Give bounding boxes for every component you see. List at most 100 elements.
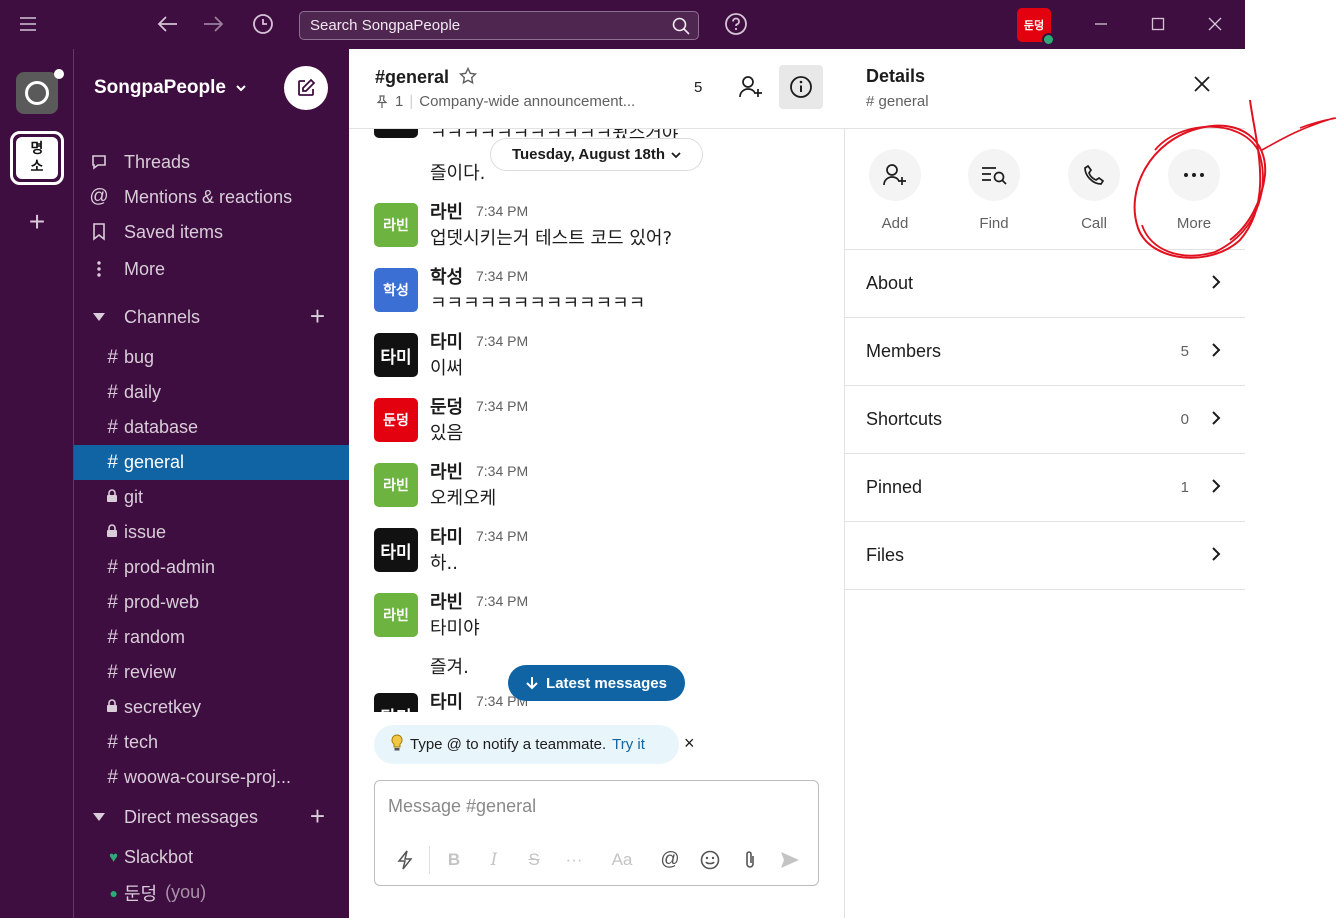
back-arrow-icon[interactable]	[153, 9, 183, 39]
hamburger-menu-icon[interactable]	[13, 9, 43, 39]
search-input[interactable]: Search SongpaPeople	[299, 11, 699, 40]
sidebar-channel-database[interactable]: # database	[74, 410, 349, 445]
latest-messages-button[interactable]: Latest messages	[508, 665, 685, 701]
add-channel-icon[interactable]: +	[310, 303, 325, 329]
author-name[interactable]: 타미	[430, 523, 463, 549]
compose-button[interactable]	[284, 66, 328, 110]
close-window-icon[interactable]	[1200, 9, 1230, 39]
close-tip-icon[interactable]: ×	[684, 733, 695, 754]
author-name[interactable]: 라빈	[430, 588, 463, 614]
timestamp[interactable]: 7:34 PM	[476, 333, 528, 349]
sidebar-channel-tech[interactable]: # tech	[74, 725, 349, 760]
sidebar-channel-secretkey[interactable]: secretkey	[74, 690, 349, 725]
details-row-pinned[interactable]: Pinned 1	[845, 454, 1245, 522]
message-row: 라빈 라빈 7:34 PM 타미야	[349, 588, 845, 653]
minimize-icon[interactable]	[1086, 9, 1116, 39]
sidebar-channel-woowa[interactable]: # woowa-course-proj...	[74, 760, 349, 795]
message-row: 라빈 라빈 7:34 PM 오케오케	[349, 458, 845, 523]
workspace-name-button[interactable]: SongpaPeople	[94, 77, 247, 99]
author-name[interactable]: 둔덩	[430, 393, 463, 419]
channels-section-header[interactable]: Channels +	[74, 300, 349, 334]
sidebar-dm-self[interactable]: ● 둔덩 (you)	[74, 875, 349, 910]
member-count[interactable]: 5	[694, 79, 702, 96]
sidebar-dm-slackbot[interactable]: ♥ Slackbot	[74, 840, 349, 875]
details-row-members[interactable]: Members 5	[845, 318, 1245, 386]
bold-icon[interactable]: B	[434, 843, 474, 877]
forward-arrow-icon[interactable]	[198, 9, 228, 39]
formatting-toggle-icon[interactable]: Aa	[594, 843, 650, 877]
pinned-count[interactable]: 1	[395, 93, 403, 110]
history-clock-icon[interactable]	[248, 9, 278, 39]
details-add-button[interactable]: Add	[855, 149, 935, 232]
workspace-icon-1[interactable]	[16, 69, 64, 114]
avatar[interactable]: 타미	[374, 693, 418, 712]
sidebar-channel-random[interactable]: # random	[74, 620, 349, 655]
details-row-shortcuts[interactable]: Shortcuts 0	[845, 386, 1245, 454]
avatar[interactable]: 라빈	[374, 463, 418, 507]
author-name[interactable]: 학성	[430, 263, 463, 289]
avatar[interactable]	[374, 129, 418, 138]
tip-try-link[interactable]: Try it	[612, 736, 645, 753]
author-name[interactable]: 타미	[430, 328, 463, 354]
help-icon[interactable]	[721, 9, 751, 39]
mention-at-icon[interactable]: @	[650, 843, 690, 877]
sidebar-channel-bug[interactable]: # bug	[74, 340, 349, 375]
channel-topic[interactable]: Company-wide announcement...	[419, 93, 635, 110]
details-row-about[interactable]: About	[845, 250, 1245, 318]
pin-icon[interactable]	[375, 94, 389, 109]
sidebar-channel-review[interactable]: # review	[74, 655, 349, 690]
sidebar-item-threads[interactable]: Threads	[74, 145, 349, 179]
timestamp[interactable]: 7:34 PM	[476, 593, 528, 609]
timestamp[interactable]: 7:34 PM	[476, 203, 528, 219]
star-icon[interactable]	[458, 66, 478, 90]
channel-subheader: 1 | Company-wide announcement...	[375, 93, 635, 110]
channel-title[interactable]: #general	[375, 67, 449, 88]
timestamp[interactable]: 7:34 PM	[476, 268, 528, 284]
sidebar-channel-general[interactable]: # general	[74, 445, 349, 480]
timestamp[interactable]: 7:34 PM	[476, 463, 528, 479]
avatar[interactable]: 라빈	[374, 593, 418, 637]
avatar[interactable]: 둔덩	[374, 398, 418, 442]
details-row-files[interactable]: Files	[845, 522, 1245, 590]
timestamp[interactable]: 7:34 PM	[476, 528, 528, 544]
send-icon[interactable]	[770, 843, 810, 877]
sidebar-channel-prod-web[interactable]: # prod-web	[74, 585, 349, 620]
sidebar-item-saved[interactable]: Saved items	[74, 215, 349, 249]
sidebar-channel-daily[interactable]: # daily	[74, 375, 349, 410]
sidebar-item-mentions[interactable]: @ Mentions & reactions	[74, 180, 349, 214]
add-workspace-icon[interactable]: +	[22, 207, 52, 237]
sidebar-item-more[interactable]: More	[74, 252, 349, 286]
details-call-button[interactable]: Call	[1054, 149, 1134, 232]
author-name[interactable]: 타미	[430, 688, 463, 712]
dm-section-header[interactable]: Direct messages +	[74, 800, 349, 834]
author-name[interactable]: 라빈	[430, 458, 463, 484]
shortcuts-lightning-icon[interactable]	[385, 843, 425, 877]
avatar[interactable]: 타미	[374, 528, 418, 572]
message-row: 둔덩 둔덩 7:34 PM 있음	[349, 393, 845, 458]
italic-icon[interactable]: I	[474, 843, 514, 877]
avatar[interactable]: 타미	[374, 333, 418, 377]
channel-details-button[interactable]	[779, 65, 823, 109]
more-formatting-icon[interactable]: ···	[554, 843, 594, 877]
message-composer[interactable]: Message #general B I S ··· Aa @	[374, 780, 819, 886]
details-find-button[interactable]: Find	[954, 149, 1034, 232]
author-name[interactable]: 라빈	[430, 198, 463, 224]
details-more-button[interactable]: More	[1154, 149, 1234, 232]
sidebar-channel-issue[interactable]: issue	[74, 515, 349, 550]
strikethrough-icon[interactable]: S	[514, 843, 554, 877]
emoji-icon[interactable]	[690, 843, 730, 877]
date-divider-button[interactable]: Tuesday, August 18th	[490, 138, 703, 171]
maximize-icon[interactable]	[1143, 9, 1173, 39]
timestamp[interactable]: 7:34 PM	[476, 398, 528, 414]
close-details-icon[interactable]	[1193, 75, 1211, 98]
avatar[interactable]: 학성	[374, 268, 418, 312]
avatar[interactable]: 라빈	[374, 203, 418, 247]
row-count: 5	[1180, 343, 1189, 360]
user-avatar[interactable]: 둔덩	[1017, 8, 1055, 46]
sidebar-channel-prod-admin[interactable]: # prod-admin	[74, 550, 349, 585]
add-dm-icon[interactable]: +	[310, 803, 325, 829]
add-people-button[interactable]	[729, 65, 773, 109]
sidebar-channel-git[interactable]: git	[74, 480, 349, 515]
workspace-icon-songpa[interactable]: 명 소	[10, 131, 64, 185]
attachment-paperclip-icon[interactable]	[730, 843, 770, 877]
